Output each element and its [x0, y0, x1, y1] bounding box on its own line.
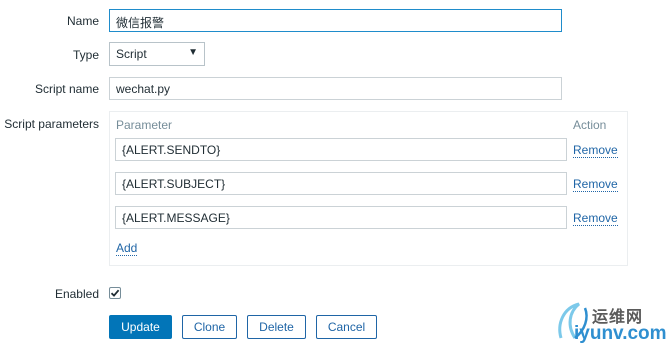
watermark-logo: 运维网 iyunv.com — [555, 300, 671, 346]
cancel-button[interactable]: Cancel — [316, 315, 377, 339]
remove-parameter-2-link[interactable]: Remove — [573, 177, 618, 192]
script-name-label: Script name — [34, 82, 99, 96]
add-parameter-link[interactable]: Add — [116, 241, 138, 256]
delete-button[interactable]: Delete — [247, 315, 306, 339]
parameter-input-1[interactable]: {ALERT.SENDTO} — [115, 138, 567, 161]
parameter-column-header: Parameter — [116, 118, 173, 132]
name-label: Name — [66, 14, 99, 28]
remove-parameter-3-link[interactable]: Remove — [573, 211, 618, 226]
remove-parameter-1-link[interactable]: Remove — [573, 143, 618, 158]
parameter-input-2[interactable]: {ALERT.SUBJECT} — [115, 172, 567, 195]
name-input[interactable]: 微信报警 — [109, 9, 562, 32]
action-column-header: Action — [573, 118, 607, 132]
parameter-input-3[interactable]: {ALERT.MESSAGE} — [115, 206, 567, 229]
script-parameters-label: Script parameters — [4, 117, 99, 131]
enabled-label: Enabled — [54, 287, 99, 301]
script-name-input[interactable]: wechat.py — [109, 77, 562, 100]
watermark-line2: iyunv.com — [574, 323, 667, 344]
clone-button[interactable]: Clone — [182, 315, 237, 339]
type-label: Type — [72, 48, 99, 62]
type-select-value: Script — [116, 47, 147, 61]
update-button[interactable]: Update — [109, 315, 172, 339]
enabled-checkbox[interactable] — [109, 287, 121, 299]
check-icon — [110, 289, 120, 297]
type-select[interactable]: Script ▼ — [109, 42, 205, 66]
chevron-down-icon: ▼ — [188, 47, 198, 58]
